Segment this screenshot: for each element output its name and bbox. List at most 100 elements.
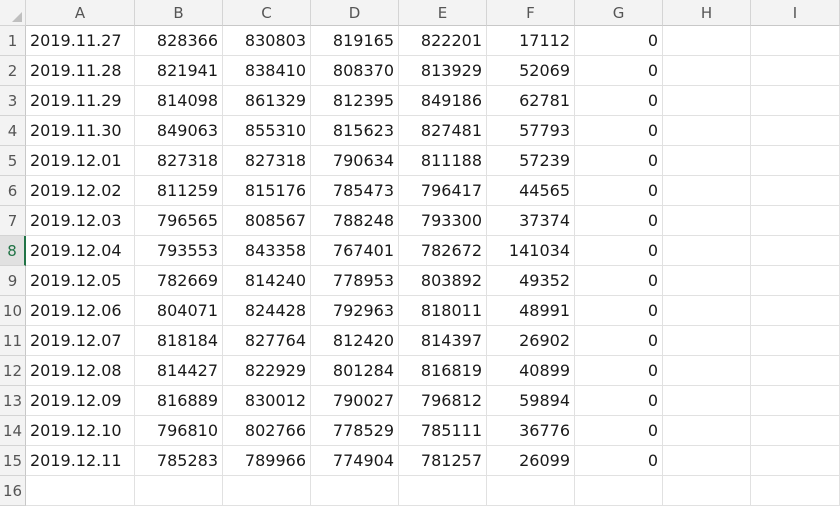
cell[interactable]: 827318 <box>223 146 311 176</box>
cell[interactable]: 816819 <box>399 356 487 386</box>
cell[interactable]: 827481 <box>399 116 487 146</box>
row-header[interactable]: 2 <box>0 56 26 86</box>
cell[interactable]: 2019.12.06 <box>26 296 135 326</box>
cell[interactable]: 782672 <box>399 236 487 266</box>
cell[interactable]: 2019.12.04 <box>26 236 135 266</box>
cell[interactable] <box>751 86 840 116</box>
cell[interactable]: 781257 <box>399 446 487 476</box>
cell[interactable]: 822929 <box>223 356 311 386</box>
cell[interactable]: 849186 <box>399 86 487 116</box>
cell[interactable]: 62781 <box>487 86 575 116</box>
cell[interactable]: 2019.12.09 <box>26 386 135 416</box>
row-header[interactable]: 1 <box>0 26 26 56</box>
cell[interactable] <box>663 326 751 356</box>
cell[interactable]: 0 <box>575 86 663 116</box>
cell[interactable]: 26099 <box>487 446 575 476</box>
cell[interactable]: 0 <box>575 116 663 146</box>
cell[interactable]: 37374 <box>487 206 575 236</box>
row-header[interactable]: 6 <box>0 176 26 206</box>
column-header-f[interactable]: F <box>487 0 575 26</box>
cell[interactable]: 828366 <box>135 26 223 56</box>
cell[interactable]: 0 <box>575 266 663 296</box>
cell[interactable] <box>751 356 840 386</box>
cell[interactable]: 2019.12.10 <box>26 416 135 446</box>
cell[interactable]: 767401 <box>311 236 399 266</box>
cell[interactable] <box>663 296 751 326</box>
cell[interactable]: 808567 <box>223 206 311 236</box>
cell[interactable]: 801284 <box>311 356 399 386</box>
cell[interactable] <box>663 116 751 146</box>
cell[interactable]: 796812 <box>399 386 487 416</box>
cell[interactable] <box>751 446 840 476</box>
cell[interactable]: 796565 <box>135 206 223 236</box>
row-header[interactable]: 4 <box>0 116 26 146</box>
cell[interactable]: 815623 <box>311 116 399 146</box>
cell[interactable] <box>751 206 840 236</box>
cell[interactable]: 814098 <box>135 86 223 116</box>
row-header[interactable]: 12 <box>0 356 26 386</box>
cell[interactable] <box>135 476 223 506</box>
cell[interactable] <box>26 476 135 506</box>
cell[interactable]: 0 <box>575 236 663 266</box>
cell[interactable]: 843358 <box>223 236 311 266</box>
row-header[interactable]: 10 <box>0 296 26 326</box>
cell[interactable]: 40899 <box>487 356 575 386</box>
cell[interactable]: 788248 <box>311 206 399 236</box>
cell[interactable] <box>311 476 399 506</box>
cell[interactable]: 57239 <box>487 146 575 176</box>
cell[interactable]: 822201 <box>399 26 487 56</box>
cell[interactable]: 2019.12.03 <box>26 206 135 236</box>
cell[interactable]: 2019.11.30 <box>26 116 135 146</box>
cell[interactable]: 48991 <box>487 296 575 326</box>
cell[interactable]: 782669 <box>135 266 223 296</box>
cell[interactable] <box>751 146 840 176</box>
cell[interactable]: 792963 <box>311 296 399 326</box>
cell[interactable]: 821941 <box>135 56 223 86</box>
cell[interactable]: 2019.12.05 <box>26 266 135 296</box>
row-header[interactable]: 16 <box>0 476 26 506</box>
cell[interactable] <box>751 476 840 506</box>
cell[interactable]: 789966 <box>223 446 311 476</box>
cell[interactable]: 855310 <box>223 116 311 146</box>
cell[interactable]: 785473 <box>311 176 399 206</box>
cell[interactable]: 812395 <box>311 86 399 116</box>
cell[interactable]: 2019.12.07 <box>26 326 135 356</box>
cell[interactable]: 2019.11.29 <box>26 86 135 116</box>
cell[interactable]: 2019.12.02 <box>26 176 135 206</box>
row-header[interactable]: 3 <box>0 86 26 116</box>
cell[interactable]: 796810 <box>135 416 223 446</box>
cell[interactable] <box>663 386 751 416</box>
row-header[interactable]: 8 <box>0 236 26 266</box>
cell[interactable]: 790634 <box>311 146 399 176</box>
cell[interactable] <box>663 236 751 266</box>
cell[interactable] <box>663 446 751 476</box>
cell[interactable]: 0 <box>575 146 663 176</box>
cell[interactable] <box>663 266 751 296</box>
cell[interactable] <box>751 386 840 416</box>
row-header[interactable]: 13 <box>0 386 26 416</box>
cell[interactable]: 814240 <box>223 266 311 296</box>
cell[interactable]: 26902 <box>487 326 575 356</box>
cell[interactable]: 830012 <box>223 386 311 416</box>
cell[interactable]: 815176 <box>223 176 311 206</box>
row-header[interactable]: 9 <box>0 266 26 296</box>
cell[interactable] <box>663 176 751 206</box>
cell[interactable] <box>751 26 840 56</box>
cell[interactable] <box>663 476 751 506</box>
cell[interactable]: 824428 <box>223 296 311 326</box>
cell[interactable]: 827318 <box>135 146 223 176</box>
cell[interactable]: 793300 <box>399 206 487 236</box>
cell[interactable]: 141034 <box>487 236 575 266</box>
cell[interactable] <box>663 86 751 116</box>
cell[interactable]: 803892 <box>399 266 487 296</box>
cell[interactable]: 0 <box>575 26 663 56</box>
cell[interactable]: 838410 <box>223 56 311 86</box>
cell[interactable]: 0 <box>575 446 663 476</box>
cell[interactable]: 2019.12.01 <box>26 146 135 176</box>
column-header-g[interactable]: G <box>575 0 663 26</box>
cell[interactable] <box>751 56 840 86</box>
cell[interactable] <box>663 146 751 176</box>
column-header-a[interactable]: A <box>26 0 135 26</box>
cell[interactable]: 2019.12.11 <box>26 446 135 476</box>
cell[interactable]: 0 <box>575 356 663 386</box>
